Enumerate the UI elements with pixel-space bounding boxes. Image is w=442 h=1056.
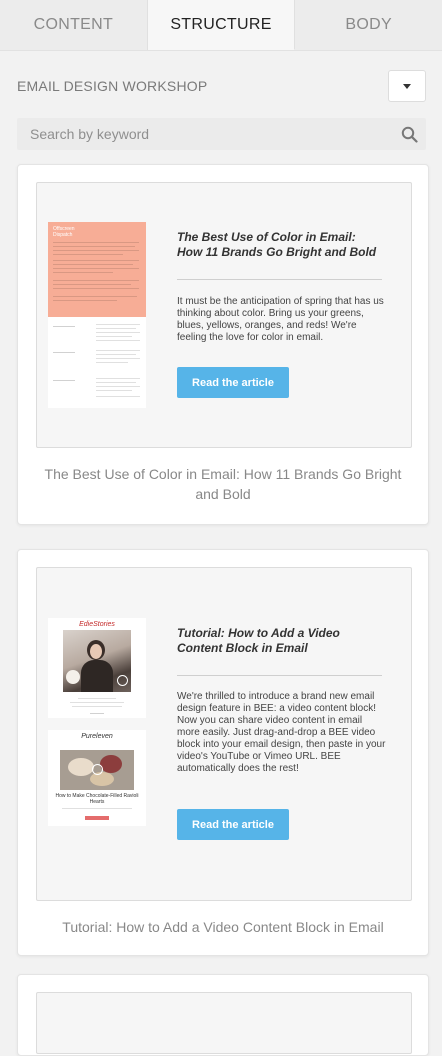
divider — [177, 675, 382, 676]
article-title: The Best Use of Color in Email: How 11 B… — [177, 230, 377, 259]
article-title: Tutorial: How to Add a Video Content Blo… — [177, 626, 340, 655]
play-icon — [117, 675, 128, 686]
newsletter-thumbnail: Offscreen Dispatch — [48, 222, 146, 408]
play-icon — [92, 764, 103, 775]
template-card[interactable]: Offscreen Dispatch The Best Use of Color… — [17, 164, 429, 525]
tab-body[interactable]: BODY — [295, 0, 442, 50]
collection-header: EMAIL DESIGN WORKSHOP — [17, 70, 426, 102]
recipe-email-thumbnail: Pureleven How to Make Chocolate-Filled R… — [48, 730, 146, 826]
collection-dropdown-button[interactable] — [388, 70, 426, 102]
tab-content[interactable]: CONTENT — [0, 0, 148, 50]
template-card[interactable]: EdieStories Pureleven How to Make Chocol — [17, 549, 429, 956]
template-card[interactable] — [17, 974, 429, 1056]
article-body: It must be the anticipation of spring th… — [177, 296, 384, 343]
collection-title: EMAIL DESIGN WORKSHOP — [17, 78, 208, 94]
tab-structure[interactable]: STRUCTURE — [147, 0, 296, 50]
search-icon[interactable] — [392, 118, 426, 150]
template-card-title: Tutorial: How to Add a Video Content Blo… — [62, 919, 384, 935]
template-preview: Offscreen Dispatch The Best Use of Color… — [36, 182, 412, 448]
article-body: We're thrilled to introduce a brand new … — [177, 691, 386, 774]
template-card-title: The Best Use of Color in Email: How 11 B… — [44, 466, 402, 502]
read-article-button[interactable]: Read the article — [177, 367, 289, 398]
video-email-thumbnail: EdieStories — [48, 618, 146, 718]
search-bar — [17, 118, 426, 150]
chevron-down-icon — [403, 83, 411, 89]
divider — [177, 279, 382, 280]
read-article-button[interactable]: Read the article — [177, 809, 289, 840]
template-preview: EdieStories Pureleven How to Make Chocol — [36, 567, 412, 901]
tab-bar: CONTENT STRUCTURE BODY — [0, 0, 442, 51]
search-input[interactable] — [17, 125, 392, 143]
template-preview — [36, 992, 412, 1054]
